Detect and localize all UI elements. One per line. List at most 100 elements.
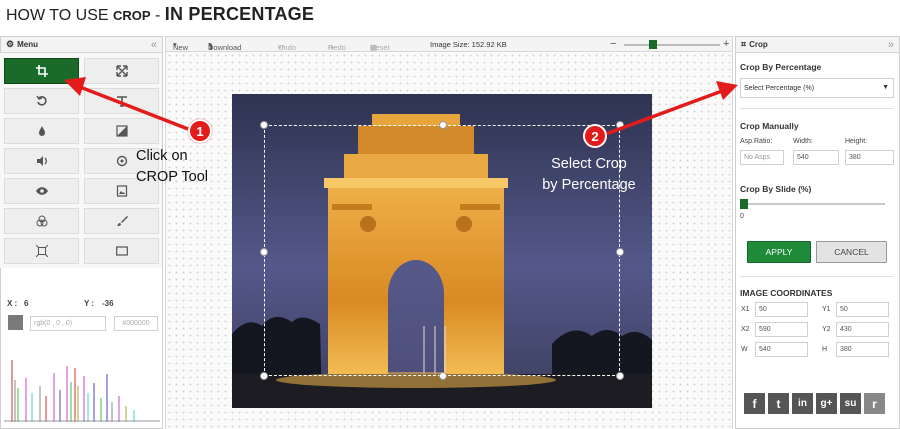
crop-slide-thumb[interactable] <box>740 199 748 209</box>
circles-icon <box>36 215 47 227</box>
resize-tool-button[interactable] <box>84 58 159 84</box>
y1-input[interactable]: 50 <box>836 302 889 317</box>
new-label: New <box>173 43 189 52</box>
drop-tool-button[interactable] <box>4 118 79 144</box>
collapse-left-icon[interactable]: « <box>151 39 157 51</box>
collapse-right-icon[interactable]: » <box>888 39 894 51</box>
menu-title: Menu <box>17 40 38 49</box>
crop-tool-button[interactable] <box>4 58 79 84</box>
linkedin-icon[interactable]: in <box>792 393 813 414</box>
crop-handle-bottom-left[interactable] <box>260 372 268 380</box>
googleplus-icon[interactable]: g+ <box>816 393 837 414</box>
y2-label: Y2 <box>822 326 831 333</box>
circles-tool-button[interactable] <box>4 208 79 234</box>
step2-line1: Select Crop <box>551 156 627 172</box>
divider <box>740 276 894 277</box>
crop-by-slide-title: Crop By Slide (%) <box>740 184 812 194</box>
image-coordinates-title: IMAGE COORDINATES <box>740 288 833 298</box>
step2-callout: Select Crop by Percentage <box>528 154 650 196</box>
height-input[interactable]: 380 <box>845 150 894 165</box>
sound-icon <box>36 156 47 166</box>
crop-handle-bottom-right[interactable] <box>616 372 624 380</box>
step1-badge: 1 <box>188 119 212 143</box>
height-label: Height: <box>845 138 868 145</box>
eye-icon <box>35 187 48 195</box>
download-menu-button[interactable]: ⬇ Download ▾ <box>208 40 241 52</box>
rectangle-icon <box>115 246 128 256</box>
twitter-icon[interactable]: t <box>768 393 789 414</box>
x1-input[interactable]: 50 <box>755 302 808 317</box>
cancel-button[interactable]: CANCEL <box>816 241 887 263</box>
sound-tool-button[interactable] <box>4 148 79 174</box>
crop-handle-bottom[interactable] <box>439 372 447 380</box>
facebook-icon[interactable]: f <box>744 393 765 414</box>
x-value: 6 <box>24 299 29 308</box>
crop-panel-title: Crop <box>749 40 768 49</box>
frame-tool-button[interactable] <box>4 238 79 264</box>
crop-icon <box>35 65 48 77</box>
heading-tool: CROP <box>112 8 151 23</box>
drop-icon <box>38 126 45 136</box>
crop-handle-top-right[interactable] <box>616 121 624 129</box>
crop-by-percentage-title: Crop By Percentage <box>740 62 822 72</box>
frame-icon <box>35 245 48 257</box>
new-menu-button[interactable]: New ▾ <box>173 40 188 52</box>
stumbleupon-icon[interactable]: su <box>840 393 861 414</box>
crop-handle-top[interactable] <box>439 121 447 129</box>
y-value: -36 <box>102 299 114 308</box>
divider <box>740 108 894 109</box>
step1-line1: Click on <box>136 148 188 164</box>
h-label: H <box>822 346 828 353</box>
color-histogram <box>4 360 160 422</box>
y2-input[interactable]: 430 <box>836 322 889 337</box>
percentage-select[interactable]: Select Percentage (%) ▼ <box>740 78 894 98</box>
zoom-out-icon[interactable]: − <box>610 38 616 50</box>
crop-manually-title: Crop Manually <box>740 121 799 131</box>
chevron-down-icon: ▼ <box>882 84 889 91</box>
step1-line2: CROP Tool <box>136 169 208 185</box>
width-input[interactable]: 540 <box>793 150 839 165</box>
zoom-slider[interactable] <box>624 44 720 46</box>
reset-label: Reset <box>370 43 390 52</box>
x1-label: X1 <box>741 306 750 313</box>
rectangle-tool-button[interactable] <box>84 238 159 264</box>
crop-handle-right[interactable] <box>616 248 624 256</box>
rgb-value-field: rgb(0 , 0 , 0) <box>30 316 106 331</box>
brush-icon <box>116 216 128 226</box>
gear-icon: ⚙ <box>6 39 15 49</box>
step1-callout: Click on CROP Tool <box>136 146 208 188</box>
heading-prefix: HOW TO USE <box>6 7 113 24</box>
x2-input[interactable]: 590 <box>755 322 808 337</box>
apply-label: APPLY <box>765 247 793 257</box>
contrast-tool-button[interactable] <box>84 118 159 144</box>
rotate-icon <box>35 95 47 106</box>
aspect-ratio-select[interactable]: No Asps <box>740 150 784 165</box>
crop-panel-header: ⌗ Crop » <box>736 37 899 53</box>
zoom-in-icon[interactable]: + <box>723 38 729 50</box>
reddit-icon[interactable]: r <box>864 393 885 414</box>
w-input[interactable]: 540 <box>755 342 808 357</box>
contrast-icon <box>115 125 128 137</box>
zoom-slider-thumb[interactable] <box>648 40 657 49</box>
crop-slide-value: 0 <box>740 213 744 220</box>
x-label: X : <box>7 299 18 308</box>
apply-button[interactable]: APPLY <box>747 241 811 263</box>
undo-label: Undo <box>278 43 296 52</box>
crop-slide-track[interactable] <box>742 203 885 205</box>
w-label: W <box>741 346 748 353</box>
target-icon <box>116 155 127 167</box>
brush-tool-button[interactable] <box>84 208 159 234</box>
eye-tool-button[interactable] <box>4 178 79 204</box>
menu-panel-header: ⚙ Menu « <box>1 37 162 53</box>
text-icon <box>116 96 127 107</box>
download-label: Download <box>208 43 242 52</box>
x2-label: X2 <box>741 326 750 333</box>
crop-handle-left[interactable] <box>260 248 268 256</box>
y1-label: Y1 <box>822 306 831 313</box>
crop-handle-top-left[interactable] <box>260 121 268 129</box>
text-tool-button[interactable] <box>84 88 159 114</box>
percentage-select-value: Select Percentage (%) <box>744 85 815 92</box>
redo-label: Redo <box>328 43 346 52</box>
h-input[interactable]: 380 <box>836 342 889 357</box>
rotate-tool-button[interactable] <box>4 88 79 114</box>
